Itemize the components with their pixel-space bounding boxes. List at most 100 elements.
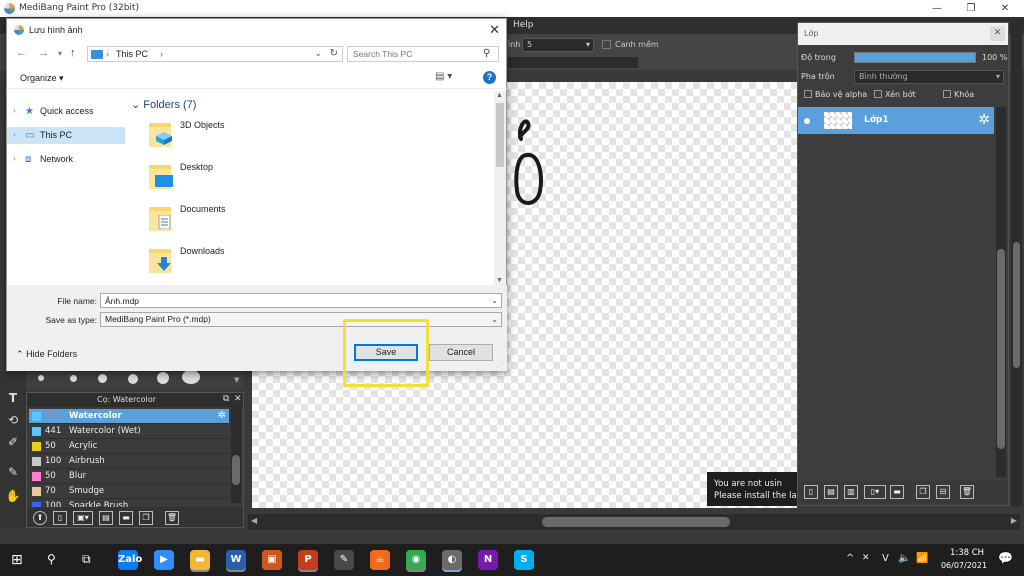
- file-name-input[interactable]: [100, 293, 502, 308]
- text-tool-icon[interactable]: T: [5, 390, 21, 406]
- merge-layer-icon[interactable]: ⊟: [936, 485, 950, 499]
- chevron-down-icon[interactable]: ⌄: [491, 315, 498, 324]
- add-brush-menu-icon[interactable]: ▣▾: [73, 511, 93, 525]
- folder-icon[interactable]: ▬: [119, 511, 133, 525]
- recent-locations-icon[interactable]: ▾: [58, 49, 62, 58]
- volume-icon[interactable]: 🔈: [898, 553, 910, 564]
- dialog-close-icon[interactable]: ✕: [489, 22, 500, 38]
- folder-item[interactable]: Downloads: [145, 243, 445, 283]
- task-view-icon[interactable]: ⧉: [82, 552, 91, 567]
- scroll-thumb[interactable]: [232, 455, 240, 485]
- duplicate-layer-icon[interactable]: ❐: [916, 485, 930, 499]
- brush-width-select[interactable]: 5 ▾: [522, 38, 594, 52]
- restore-button[interactable]: ❐: [954, 0, 988, 17]
- powerpoint-icon[interactable]: P: [298, 550, 318, 570]
- file-explorer-icon[interactable]: ▬: [190, 550, 210, 570]
- chevron-down-icon[interactable]: ⌄: [491, 296, 498, 305]
- address-bar[interactable]: › This PC › ⌄ ↻: [87, 46, 343, 62]
- organize-button[interactable]: Organize ▾: [20, 73, 64, 84]
- cancel-button[interactable]: Cancel: [429, 344, 493, 361]
- layer-scrollbar[interactable]: [996, 107, 1006, 477]
- close-icon[interactable]: ✕: [234, 394, 242, 404]
- tray-chevron-icon[interactable]: ^: [846, 553, 854, 564]
- scroll-up-icon[interactable]: ▲: [496, 92, 503, 99]
- brush-item[interactable]: 50 Acrylic: [29, 439, 229, 454]
- refresh-icon[interactable]: ↻: [330, 48, 338, 59]
- folder-item[interactable]: Desktop: [145, 159, 445, 199]
- folders-group-header[interactable]: ⌄ Folders (7): [131, 98, 196, 111]
- eraser-tool-icon[interactable]: ✐: [5, 434, 21, 450]
- nav-item[interactable]: › ⧈ Network: [7, 151, 125, 168]
- layer-item[interactable]: Lớp1 ✲: [798, 107, 994, 134]
- nav-item[interactable]: › ★ Quick access: [7, 103, 125, 120]
- scroll-left-icon[interactable]: ◀: [251, 516, 257, 525]
- word-icon[interactable]: W: [226, 550, 246, 570]
- size-dot[interactable]: [128, 374, 138, 384]
- size-dot[interactable]: [157, 372, 169, 384]
- help-icon[interactable]: ?: [483, 71, 496, 84]
- java-icon[interactable]: ☕: [370, 550, 390, 570]
- add-layer-menu-icon[interactable]: ▯▾: [864, 485, 886, 499]
- upload-icon[interactable]: ⬆: [33, 511, 47, 525]
- new-layer-icon[interactable]: ▯: [804, 485, 818, 499]
- duplicate-brush-icon[interactable]: ❐: [139, 511, 153, 525]
- chevron-right-icon[interactable]: ›: [13, 106, 16, 115]
- size-dot[interactable]: [38, 375, 44, 381]
- chevron-down-icon[interactable]: ▼: [234, 376, 239, 384]
- canvas-horizontal-scrollbar[interactable]: ◀ ▶: [248, 514, 1020, 530]
- scroll-thumb[interactable]: [997, 249, 1005, 449]
- skype-icon[interactable]: S: [514, 550, 534, 570]
- search-icon[interactable]: ⚲: [47, 552, 56, 566]
- new-halftone-layer-icon[interactable]: ▤: [824, 485, 838, 499]
- back-arrow-icon[interactable]: ←: [16, 47, 27, 59]
- brush-scrollbar[interactable]: [231, 407, 241, 503]
- folder-icon[interactable]: ▬: [890, 485, 904, 499]
- trash-icon[interactable]: 🗑: [165, 511, 179, 525]
- chrome-icon[interactable]: ◉: [406, 550, 426, 570]
- scroll-thumb[interactable]: [496, 103, 504, 167]
- size-dot[interactable]: [98, 374, 107, 383]
- brush-item[interactable]: 70 Smudge: [29, 484, 229, 499]
- search-icon[interactable]: ⚲: [483, 48, 490, 59]
- panel-scrollbar[interactable]: [1011, 22, 1022, 506]
- brush-item[interactable]: 15 Watercolor ✲: [29, 409, 229, 424]
- scroll-right-icon[interactable]: ▶: [1011, 516, 1017, 525]
- brush-settings-icon[interactable]: ▤: [99, 511, 113, 525]
- smoothing-checkbox[interactable]: [602, 40, 611, 49]
- search-input[interactable]: [347, 46, 499, 62]
- menu-help[interactable]: Help: [513, 20, 534, 30]
- forward-arrow-icon[interactable]: →: [38, 47, 49, 59]
- clock-time[interactable]: 1:38 CH: [942, 548, 992, 558]
- scroll-down-icon[interactable]: ▼: [496, 277, 503, 284]
- visibility-icon[interactable]: [804, 118, 810, 124]
- resize-grip-icon[interactable]: ⋰: [497, 361, 504, 369]
- breadcrumb-this-pc[interactable]: This PC: [116, 49, 148, 59]
- minimize-button[interactable]: —: [920, 0, 954, 17]
- new-brush-icon[interactable]: ▯: [53, 511, 67, 525]
- brush-item[interactable]: 441 Watercolor (Wet): [29, 424, 229, 439]
- gear-icon[interactable]: ✲: [218, 410, 226, 421]
- notification-icon[interactable]: 💬: [998, 551, 1013, 565]
- chevron-down-icon[interactable]: ⌄: [314, 48, 322, 59]
- brush-item[interactable]: 100 Airbrush: [29, 454, 229, 469]
- onenote-icon[interactable]: N: [478, 550, 498, 570]
- scroll-thumb[interactable]: [1013, 242, 1020, 368]
- zalo-icon[interactable]: Zalo: [118, 550, 142, 570]
- gear-icon[interactable]: ✲: [978, 112, 990, 128]
- protect-alpha-checkbox[interactable]: Bảo vệ alpha: [804, 90, 867, 99]
- wifi-icon[interactable]: 📶: [916, 553, 928, 564]
- folder-item[interactable]: 3D Objects: [145, 117, 445, 157]
- lasso-tool-icon[interactable]: ⟲: [5, 412, 21, 428]
- popout-icon[interactable]: ⧉: [223, 394, 229, 404]
- medibang-icon[interactable]: ◐: [442, 550, 462, 570]
- scroll-thumb[interactable]: [542, 517, 730, 527]
- hide-folders-button[interactable]: ⌃ Hide Folders: [16, 349, 77, 360]
- size-dot[interactable]: [182, 370, 200, 384]
- trash-icon[interactable]: 🗑: [960, 485, 974, 499]
- network-tray-icon[interactable]: ✕: [862, 553, 870, 563]
- zoom-icon[interactable]: ▶: [154, 550, 174, 570]
- input-method-icon[interactable]: V: [882, 553, 889, 564]
- file-list-scrollbar[interactable]: ▲ ▼: [494, 91, 506, 285]
- nav-item[interactable]: › ▭ This PC: [7, 127, 125, 144]
- blend-mode-select[interactable]: Bình thường ▾: [854, 70, 1004, 84]
